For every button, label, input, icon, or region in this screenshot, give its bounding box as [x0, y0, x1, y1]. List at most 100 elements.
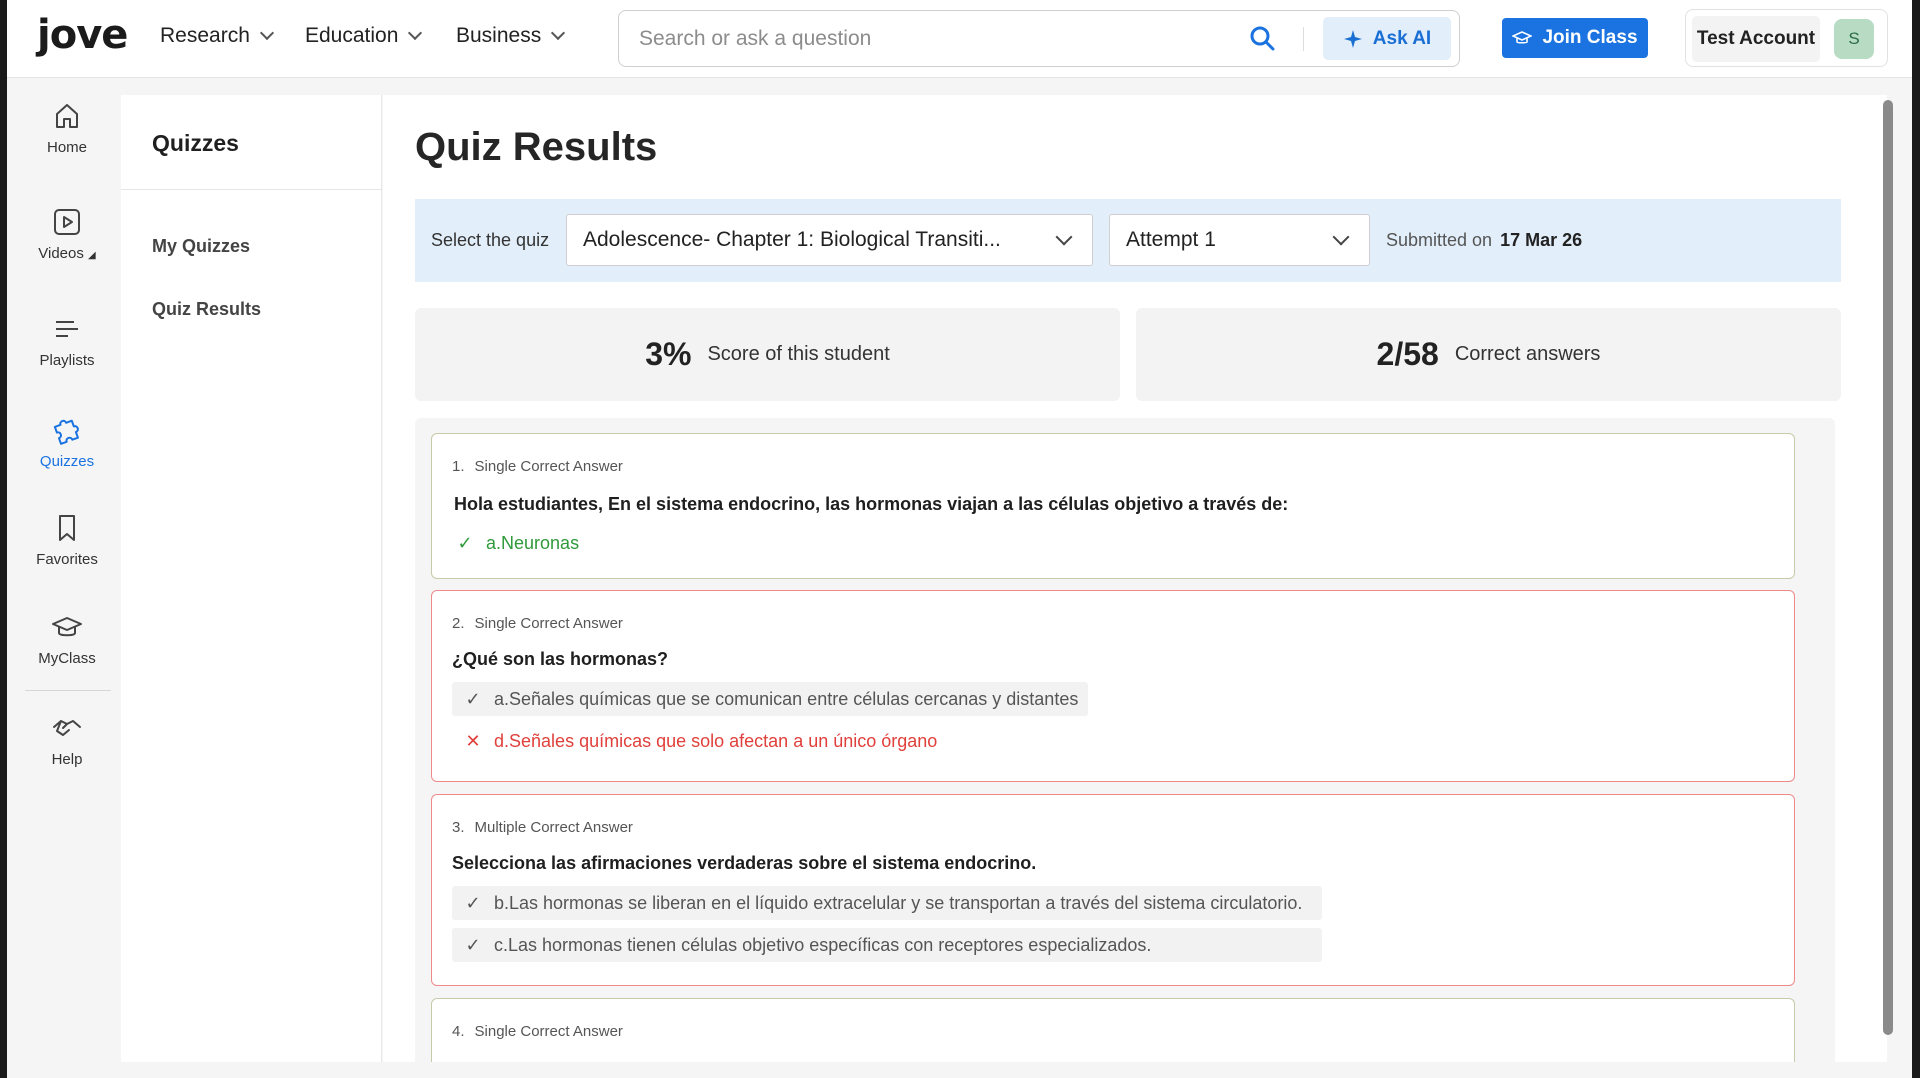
rail-item-favorites[interactable]: Favorites [7, 513, 127, 568]
rail-item-label: Favorites [36, 551, 98, 568]
question-number: 4. [452, 1023, 465, 1040]
question-text: Selecciona las afirmaciones verdaderas s… [452, 853, 1037, 873]
option-text: Señales químicas que solo afectan a un ú… [509, 730, 938, 751]
search-bar: Ask AI [618, 10, 1460, 67]
rail-item-videos[interactable]: Videos ◢ [7, 207, 127, 262]
avatar[interactable]: S [1834, 19, 1874, 59]
attempt-select[interactable]: Attempt 1 [1109, 214, 1370, 266]
graduation-cap-icon [52, 617, 82, 637]
correct-answers-label: Correct answers [1454, 343, 1601, 365]
check-icon: ✓ [457, 532, 473, 553]
education-menu-label: Education [305, 24, 399, 47]
search-icon[interactable] [1249, 25, 1275, 56]
rail-item-quizzes[interactable]: Quizzes [7, 413, 127, 470]
option-letter: c. [494, 934, 509, 955]
top-navigation: jove Research Education Business Ask AI [7, 0, 1912, 78]
chevron-down-icon [408, 25, 423, 41]
sidebar-item-quiz-results[interactable]: Quiz Results [152, 299, 261, 320]
join-class-button[interactable]: Join Class [1502, 18, 1648, 58]
option-letter: a. [486, 532, 502, 553]
rail-item-label: Playlists [39, 352, 95, 369]
question-card: 1. Single Correct Answer Hola estudiantes… [431, 433, 1795, 579]
answer-option: ✓ a. Señales químicas que se comunican en… [452, 682, 1089, 716]
chevron-down-icon [259, 25, 274, 41]
score-card: 3% Score of this student [415, 308, 1120, 401]
page-scrollbar[interactable] [1883, 100, 1893, 1035]
question-card: 4. Single Correct Answer [431, 998, 1795, 1062]
account-name[interactable]: Test Account [1692, 16, 1820, 62]
account-menu[interactable]: Test Account S [1685, 9, 1888, 67]
submitted-label: Submitted on [1386, 230, 1493, 250]
sidebar-item-my-quizzes[interactable]: My Quizzes [152, 236, 250, 257]
check-icon: ✓ [465, 934, 481, 955]
home-icon [56, 104, 78, 128]
playlist-icon [56, 321, 78, 337]
rail-item-label: MyClass [38, 650, 96, 667]
select-quiz-label: Select the quiz [431, 230, 550, 250]
option-letter: d. [494, 730, 510, 751]
handshake-icon [53, 720, 81, 736]
rail-item-label: Help [51, 751, 83, 768]
graduation-cap-icon [1512, 31, 1533, 44]
question-type: Single Correct Answer [474, 615, 623, 632]
question-card: 2. Single Correct Answer ¿Qué son las hor… [431, 590, 1795, 782]
question-text: ¿Qué son las hormonas? [452, 649, 669, 669]
attempt-select-value: Attempt 1 [1126, 228, 1216, 251]
option-text: Las hormonas se liberan en el líquido ex… [509, 892, 1303, 913]
check-icon: ✓ [465, 688, 481, 709]
option-text: Las hormonas tienen células objetivo esp… [508, 934, 1152, 955]
search-input[interactable] [639, 21, 1199, 57]
option-text: Señales químicas que se comunican entre … [509, 688, 1079, 709]
question-number: 3. [452, 819, 465, 836]
rail-item-label: Quizzes [39, 453, 95, 470]
rail-item-playlists[interactable]: Playlists [7, 314, 127, 369]
app-window: jove Research Education Business Ask AI [7, 0, 1912, 1078]
question-type: Single Correct Answer [474, 1023, 623, 1040]
quizzes-sidebar: Quizzes My Quizzes Quiz Results [121, 95, 382, 1062]
option-text: Neuronas [501, 532, 580, 553]
left-rail: Home Videos ◢ Playlists Quizzes Favorite… [7, 79, 122, 1078]
sidebar-title: Quizzes [152, 130, 239, 156]
rail-item-label: Videos [38, 245, 84, 262]
submitted-info: Submitted on 17 Mar 26 [1386, 230, 1582, 251]
question-header: 4. Single Correct Answer [452, 1023, 623, 1040]
puzzle-icon [53, 419, 79, 445]
option-letter: a. [494, 688, 510, 709]
question-header: 3. Multiple Correct Answer [452, 819, 633, 836]
submitted-date: 17 Mar 26 [1500, 230, 1583, 250]
chevron-down-icon [551, 25, 566, 41]
rail-item-home[interactable]: Home [7, 101, 127, 156]
score-label: Score of this student [707, 343, 890, 365]
check-icon: ✓ [465, 892, 481, 913]
research-menu[interactable]: Research [160, 24, 274, 48]
bookmark-icon [59, 515, 75, 541]
rail-item-myclass[interactable]: MyClass [7, 612, 127, 667]
quiz-filter-bar: Select the quiz Adolescence- Chapter 1: … [415, 199, 1841, 282]
close-icon: ✕ [465, 730, 481, 751]
page-title: Quiz Results [415, 125, 658, 169]
rail-divider [25, 690, 111, 691]
join-class-label: Join Class [1542, 27, 1638, 48]
sidebar-divider [121, 189, 382, 190]
sparkle-icon [1343, 29, 1362, 48]
ask-ai-button[interactable]: Ask AI [1323, 17, 1451, 60]
search-divider [1303, 27, 1304, 51]
question-card: 3. Multiple Correct Answer Selecciona las… [431, 794, 1795, 986]
option-letter: b. [494, 892, 510, 913]
jove-logo[interactable]: jove [37, 12, 128, 58]
rail-item-help[interactable]: Help [7, 713, 127, 768]
quiz-select[interactable]: Adolescence- Chapter 1: Biological Trans… [566, 214, 1093, 266]
question-number: 1. [452, 458, 465, 475]
correct-answers-value: 2/58 [1376, 336, 1439, 372]
business-menu[interactable]: Business [456, 24, 566, 48]
question-header: 1. Single Correct Answer [452, 458, 623, 475]
questions-list: 1. Single Correct Answer Hola estudiantes… [415, 418, 1835, 1062]
caret-icon: ◢ [88, 250, 96, 261]
main-content: Quiz Results Select the quiz Adolescence… [383, 95, 1887, 1062]
education-menu[interactable]: Education [305, 24, 423, 48]
chevron-down-icon [1055, 228, 1073, 246]
video-icon [54, 209, 80, 235]
answer-option: ✓ a. Neuronas [444, 526, 589, 560]
question-type: Single Correct Answer [474, 458, 623, 475]
question-number: 2. [452, 615, 465, 632]
